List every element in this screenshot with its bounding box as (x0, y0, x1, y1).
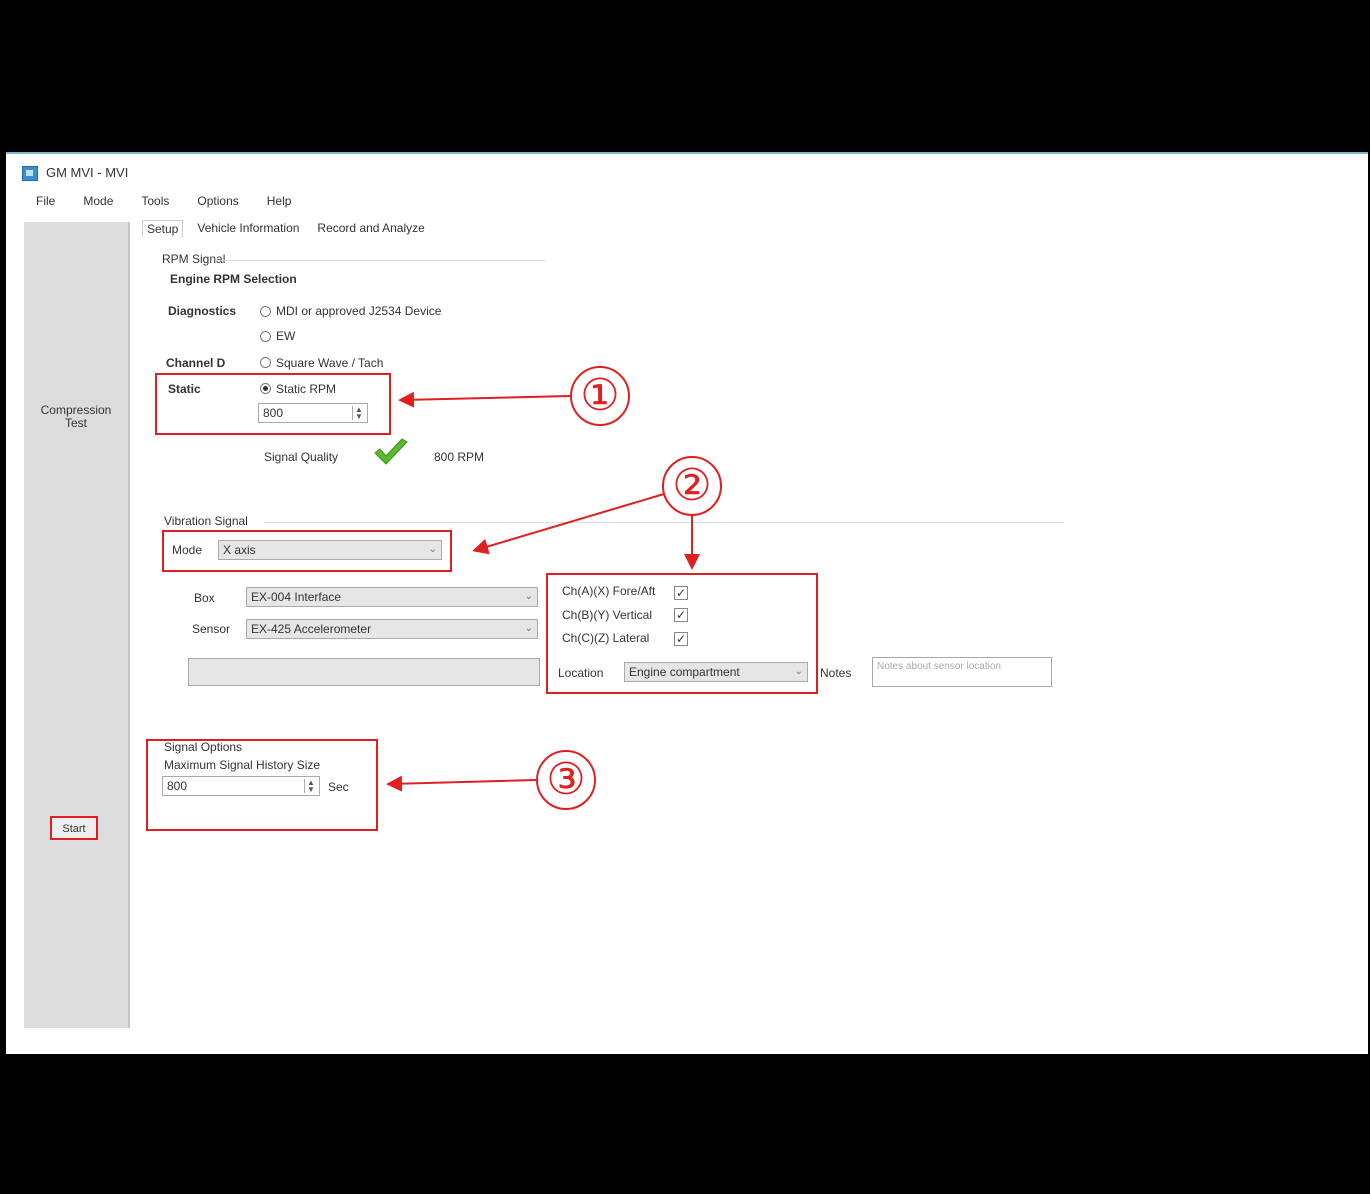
arrow-2a (472, 493, 665, 555)
app-window: GM MVI - MVI File Mode Tools Options Hel… (6, 152, 1368, 1054)
letterbox-bottom (0, 1054, 1370, 1194)
arrow-3 (386, 775, 537, 792)
letterbox-top (0, 0, 1370, 152)
arrow-1 (398, 391, 571, 408)
annotation-arrows (386, 391, 700, 792)
